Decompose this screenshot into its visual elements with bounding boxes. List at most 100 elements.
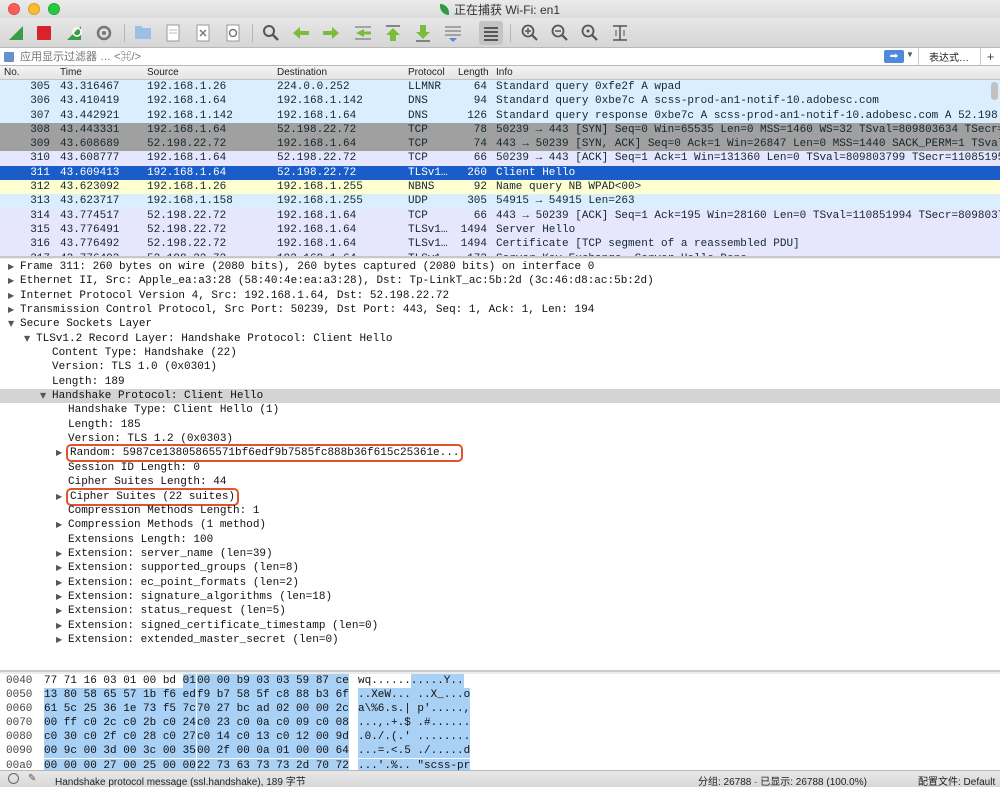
expand-arrow-icon[interactable]: ▶ — [56, 518, 66, 532]
detail-tree-item[interactable]: ▶ Extension: signature_algorithms (len=18… — [0, 590, 1000, 604]
detail-tree-item[interactable]: ▶ Extension: signed_certificate_timestamp… — [0, 619, 1000, 633]
display-filter-input[interactable] — [20, 50, 880, 63]
packet-row[interactable]: 306 43.410419 192.168.1.64 192.168.1.142 DNS… — [0, 94, 1000, 109]
detail-tree-item[interactable]: ▶ Extension: ec_point_formats (len=2) — [0, 576, 1000, 590]
collapse-arrow-icon[interactable]: ▼ — [8, 317, 18, 331]
detail-tree-item[interactable]: Extensions Length: 100 — [0, 533, 1000, 547]
expand-arrow-icon[interactable]: ▶ — [8, 260, 18, 274]
column-header-info[interactable]: Info — [496, 67, 513, 78]
maximize-window-button[interactable] — [48, 3, 60, 15]
expand-arrow-icon[interactable]: ▶ — [8, 274, 18, 288]
packet-row[interactable]: 307 43.442921 192.168.1.142 192.168.1.64 DNS… — [0, 108, 1000, 123]
packet-row[interactable]: 316 43.776492 52.198.22.72 192.168.1.64 TLSv… — [0, 237, 1000, 252]
expression-button[interactable]: 表达式… — [918, 48, 979, 65]
detail-tree-item[interactable]: ▶ Internet Protocol Version 4, Src: 192.1… — [0, 289, 1000, 303]
detail-tree-item[interactable]: Length: 189 — [0, 375, 1000, 389]
colorize-icon[interactable] — [479, 21, 503, 45]
detail-tree-item[interactable]: Content Type: Handshake (22) — [0, 346, 1000, 360]
filter-history-dropdown[interactable]: ▼ — [906, 50, 914, 59]
detail-tree-item[interactable]: ▼ Handshake Protocol: Client Hello — [0, 389, 1000, 404]
zoom-in-icon[interactable] — [518, 21, 542, 45]
capture-options-icon[interactable] — [92, 21, 116, 45]
hex-row[interactable]: 0090 00 9c 00 3d 00 3c 00 35 00 2f 00 0a … — [0, 744, 1000, 759]
packet-row[interactable]: 314 43.774517 52.198.22.72 192.168.1.64 TCP 6… — [0, 208, 1000, 223]
packet-row[interactable]: 317 43.776493 52.198.22.72 192.168.1.64 TLSv… — [0, 251, 1000, 256]
expand-arrow-icon[interactable]: ▶ — [8, 289, 18, 303]
detail-tree-item[interactable]: Session ID Length: 0 — [0, 461, 1000, 475]
expand-arrow-icon[interactable]: ▶ — [56, 633, 66, 647]
detail-tree-item[interactable]: ▶ Extension: extended_master_secret (len=… — [0, 633, 1000, 647]
expand-arrow-icon[interactable]: ▶ — [56, 590, 66, 604]
packet-row[interactable]: 311 43.609413 192.168.1.64 52.198.22.72 TLSv… — [0, 165, 1000, 181]
restart-capture-icon[interactable] — [62, 21, 86, 45]
reload-file-icon[interactable] — [221, 21, 245, 45]
column-header-time[interactable]: Time — [60, 67, 82, 78]
packet-row[interactable]: 312 43.623092 192.168.1.26 192.168.1.255 NBN… — [0, 180, 1000, 195]
detail-tree-item[interactable]: ▶ Random: 5987ce13805865571bf6edf9b7585fc… — [0, 444, 1000, 463]
zoom-normal-icon[interactable] — [578, 21, 602, 45]
collapse-arrow-icon[interactable]: ▼ — [24, 332, 34, 346]
column-header-destination[interactable]: Destination — [277, 67, 327, 78]
packet-row[interactable]: 305 43.316467 192.168.1.26 224.0.0.252 LLMNR… — [0, 80, 1000, 95]
detail-tree-item[interactable]: ▶ Cipher Suites (22 suites) — [0, 487, 1000, 506]
collapse-arrow-icon[interactable]: ▼ — [40, 389, 50, 403]
detail-tree-item[interactable]: Version: TLS 1.0 (0x0301) — [0, 360, 1000, 374]
hex-row[interactable]: 0060 61 5c 25 36 1e 73 f5 7c 70 27 bc ad … — [0, 702, 1000, 717]
apply-filter-button[interactable]: ➡ — [884, 50, 904, 63]
detail-tree-item[interactable]: Length: 185 — [0, 418, 1000, 432]
detail-tree-item[interactable]: Compression Methods Length: 1 — [0, 504, 1000, 518]
add-filter-button[interactable]: + — [980, 48, 1000, 65]
column-header-no[interactable]: No. — [4, 67, 20, 78]
column-header-source[interactable]: Source — [147, 67, 179, 78]
column-header-protocol[interactable]: Protocol — [408, 67, 445, 78]
expand-arrow-icon[interactable]: ▶ — [8, 303, 18, 317]
profile-label[interactable]: 配置文件: Default — [918, 773, 995, 787]
packet-row[interactable]: 308 43.443331 192.168.1.64 52.198.22.72 TCP 7… — [0, 122, 1000, 138]
packet-row[interactable]: 310 43.608777 192.168.1.64 52.198.22.72 TCP 6… — [0, 151, 1000, 166]
detail-tree-item[interactable]: ▶ Extension: status_request (len=5) — [0, 604, 1000, 618]
go-back-icon[interactable] — [289, 21, 313, 45]
detail-tree-item[interactable]: ▶ Ethernet II, Src: Apple_ea:a3:28 (58:40… — [0, 274, 1000, 288]
minimize-window-button[interactable] — [28, 3, 40, 15]
detail-tree-item[interactable]: ▼ TLSv1.2 Record Layer: Handshake Protoco… — [0, 332, 1000, 346]
detail-tree-item[interactable]: Handshake Type: Client Hello (1) — [0, 403, 1000, 417]
edit-comment-icon[interactable]: ✎ — [28, 773, 36, 784]
autoscroll-icon[interactable] — [441, 21, 465, 45]
save-file-icon[interactable] — [161, 21, 185, 45]
expand-arrow-icon[interactable]: ▶ — [56, 561, 66, 575]
open-file-icon[interactable] — [131, 21, 155, 45]
go-first-icon[interactable] — [381, 21, 405, 45]
packet-row[interactable]: 313 43.623717 192.168.1.158 192.168.1.255 UD… — [0, 194, 1000, 209]
detail-tree-item[interactable]: ▶ Extension: supported_groups (len=8) — [0, 561, 1000, 575]
packet-list-scrollbar[interactable] — [991, 82, 998, 100]
detail-tree-item[interactable]: ▶ Extension: server_name (len=39) — [0, 547, 1000, 561]
go-to-packet-icon[interactable] — [351, 21, 375, 45]
expand-arrow-icon[interactable]: ▶ — [56, 576, 66, 590]
close-file-icon[interactable] — [191, 21, 215, 45]
packet-row[interactable]: 315 43.776491 52.198.22.72 192.168.1.64 TLSv… — [0, 222, 1000, 238]
close-window-button[interactable] — [8, 3, 20, 15]
column-header-length[interactable]: Length — [458, 67, 489, 78]
expand-arrow-icon[interactable]: ▶ — [56, 490, 66, 504]
detail-tree-item[interactable]: ▶ Transmission Control Protocol, Src Port… — [0, 303, 1000, 317]
hex-row[interactable]: 00a0 00 00 00 27 00 25 00 00 22 73 63 73 … — [0, 758, 1000, 770]
resize-columns-icon[interactable] — [608, 21, 632, 45]
packet-row[interactable]: 309 43.608689 52.198.22.72 192.168.1.64 TCP 7… — [0, 137, 1000, 152]
go-last-icon[interactable] — [411, 21, 435, 45]
find-packet-icon[interactable] — [259, 21, 283, 45]
detail-tree-item[interactable]: ▶ Compression Methods (1 method) — [0, 518, 1000, 532]
expand-arrow-icon[interactable]: ▶ — [56, 604, 66, 618]
expand-arrow-icon[interactable]: ▶ — [56, 619, 66, 633]
detail-tree-item[interactable]: ▼ Secure Sockets Layer — [0, 317, 1000, 331]
hex-row[interactable]: 0050 13 80 58 65 57 1b f6 ed f9 b7 58 5f … — [0, 688, 1000, 703]
go-forward-icon[interactable] — [319, 21, 343, 45]
detail-tree-item[interactable]: Cipher Suites Length: 44 — [0, 475, 1000, 489]
expert-info-icon[interactable] — [8, 773, 19, 784]
expand-arrow-icon[interactable]: ▶ — [56, 446, 66, 460]
hex-row[interactable]: 0080 c0 30 c0 2f c0 28 c0 27 c0 14 c0 13 … — [0, 730, 1000, 745]
hex-row[interactable]: 0040 77 71 16 03 01 00 bd 01 00 00 b9 03 … — [0, 674, 1000, 688]
expand-arrow-icon[interactable]: ▶ — [56, 547, 66, 561]
shark-fin-start-icon[interactable] — [4, 21, 28, 45]
stop-capture-icon[interactable] — [32, 21, 56, 45]
detail-tree-item[interactable]: ▶ Frame 311: 260 bytes on wire (2080 bits… — [0, 260, 1000, 274]
